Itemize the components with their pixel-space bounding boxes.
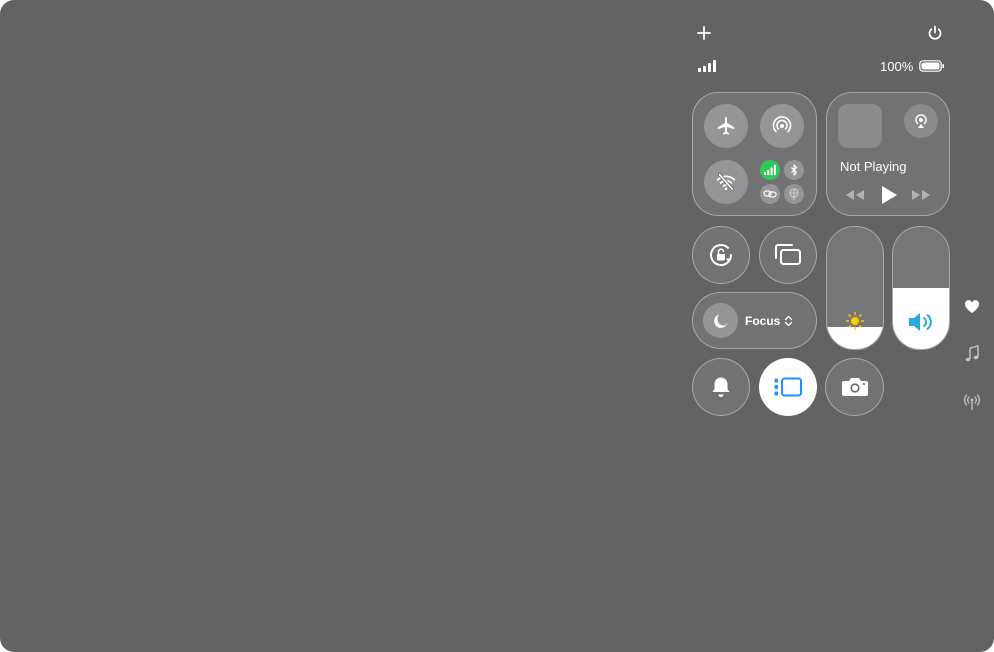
rewind-button[interactable] (844, 188, 866, 202)
music-note-icon (965, 345, 979, 362)
heart-icon (964, 299, 980, 313)
orientation-lock-button[interactable] (692, 226, 750, 284)
control-center: 100% Not Playing Focus (0, 0, 994, 652)
airdrop-toggle[interactable] (760, 104, 804, 148)
cellular-data-icon (764, 165, 776, 175)
power-button[interactable] (923, 21, 947, 45)
stage-manager-button[interactable] (759, 358, 817, 416)
wifi-off-icon (716, 173, 736, 191)
screen-mirroring-icon (775, 244, 801, 265)
wifi-toggle[interactable] (704, 160, 748, 204)
sun-icon (845, 311, 865, 331)
airplay-button[interactable] (904, 104, 938, 138)
page-music[interactable] (962, 344, 982, 364)
now-playing-label: Not Playing (840, 159, 907, 174)
page-favorites[interactable] (962, 296, 982, 316)
plus-icon (697, 26, 711, 40)
play-button[interactable] (878, 184, 900, 206)
antenna-icon (964, 394, 980, 410)
airplane-mode-toggle[interactable] (704, 104, 748, 148)
hotspot-icon (763, 190, 777, 198)
focus-label: Focus (745, 314, 793, 328)
volume-slider[interactable] (892, 226, 950, 350)
camera-button[interactable] (825, 358, 884, 416)
bluetooth-icon (791, 164, 798, 176)
airdrop-icon (772, 116, 792, 133)
fast-forward-button[interactable] (910, 188, 932, 202)
rewind-icon (846, 190, 864, 200)
signal-indicator (698, 56, 718, 76)
speaker-volume-icon (909, 313, 932, 331)
chevron-up-down-icon (785, 315, 793, 327)
vpn-toggle[interactable] (784, 184, 804, 204)
power-icon (928, 25, 942, 40)
screen-mirroring-button[interactable] (759, 226, 817, 284)
vpn-icon (789, 188, 799, 200)
album-artwork (838, 104, 882, 148)
personal-hotspot-toggle[interactable] (760, 184, 780, 204)
brightness-slider[interactable] (826, 226, 884, 350)
bluetooth-toggle[interactable] (784, 160, 804, 180)
bell-icon (712, 377, 730, 397)
focus-moon-badge (703, 303, 738, 338)
battery-indicator: 100% (880, 56, 945, 76)
rotation-lock-icon (710, 244, 733, 267)
play-icon (882, 186, 897, 204)
silent-mode-button[interactable] (692, 358, 750, 416)
fast-forward-icon (912, 190, 930, 200)
page-connectivity[interactable] (962, 392, 982, 412)
airplane-icon (717, 116, 735, 135)
signal-bars-icon (698, 60, 716, 72)
camera-icon (841, 378, 868, 396)
battery-icon (919, 60, 945, 72)
airplay-audio-icon (915, 114, 927, 128)
cellular-data-toggle[interactable] (760, 160, 780, 180)
stage-manager-icon (774, 377, 802, 397)
moon-icon (713, 314, 727, 328)
battery-percent: 100% (880, 58, 914, 74)
add-control-button[interactable] (692, 21, 716, 45)
